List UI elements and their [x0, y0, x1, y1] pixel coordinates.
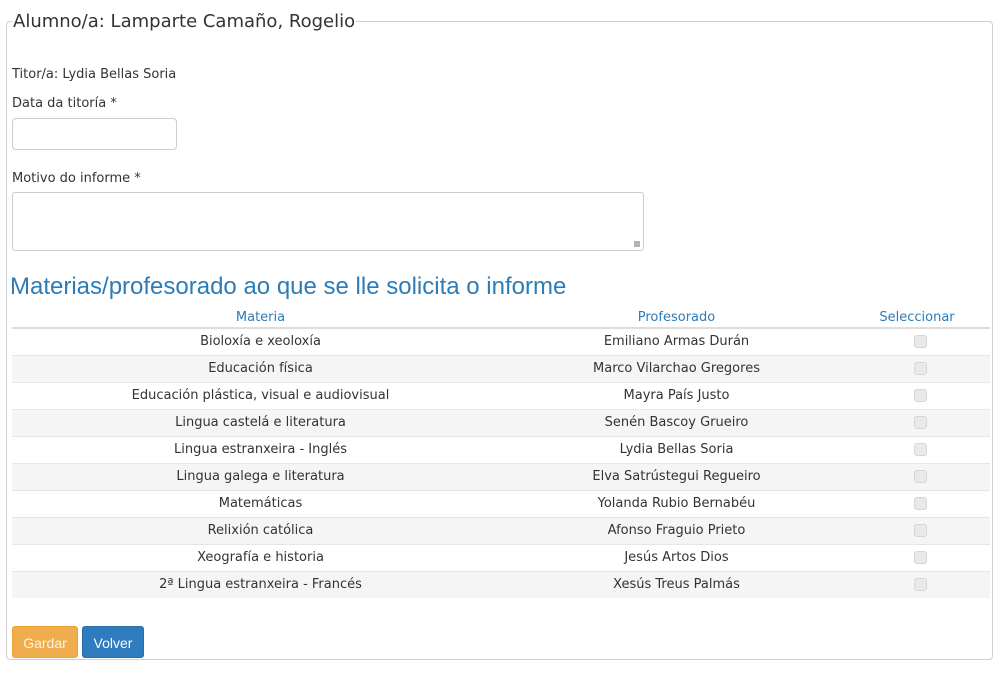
subject-cell: 2ª Lingua estranxeira - Francés [12, 571, 509, 598]
select-cell [844, 382, 990, 410]
table-row: Educación plástica, visual e audiovisual… [12, 382, 990, 410]
teacher-cell: Xesús Treus Palmás [509, 571, 844, 598]
select-checkbox[interactable] [913, 443, 927, 456]
back-button[interactable]: Volver [82, 626, 144, 658]
tutor-line: Titor/a: Lydia Bellas Soria [12, 67, 177, 82]
subject-cell: Educación plástica, visual e audiovisual [12, 382, 509, 410]
reason-label: Motivo do informe * [12, 171, 141, 186]
date-label: Data da titoría * [12, 96, 117, 111]
subject-cell: Xeografía e historia [12, 544, 509, 572]
select-checkbox[interactable] [913, 578, 927, 591]
date-field[interactable] [12, 118, 177, 150]
select-checkbox[interactable] [913, 497, 927, 510]
teacher-cell: Jesús Artos Dios [509, 544, 844, 572]
select-checkbox[interactable] [913, 416, 927, 429]
subject-cell: Matemáticas [12, 490, 509, 518]
table-header-row: Materia Profesorado Seleccionar [12, 308, 990, 329]
select-cell [844, 571, 990, 598]
select-checkbox[interactable] [913, 524, 927, 537]
table-row: Matemáticas Yolanda Rubio Bernabéu [12, 490, 990, 518]
student-legend: Alumno/a: Lamparte Camaño, Rogelio [12, 10, 357, 34]
teacher-cell: Mayra País Justo [509, 382, 844, 410]
table-row: Xeografía e historia Jesús Artos Dios [12, 544, 990, 572]
subject-cell: Lingua estranxeira - Inglés [12, 436, 509, 464]
teacher-cell: Afonso Fraguio Prieto [509, 517, 844, 545]
select-checkbox[interactable] [913, 389, 927, 402]
teacher-cell: Senén Bascoy Grueiro [509, 409, 844, 437]
section-title: Materias/profesorado ao que se lle solic… [10, 273, 567, 300]
table-row: 2ª Lingua estranxeira - Francés Xesús Tr… [12, 571, 990, 598]
subject-cell: Bioloxía e xeoloxía [12, 327, 509, 356]
select-checkbox[interactable] [913, 470, 927, 483]
select-cell [844, 355, 990, 383]
teacher-cell: Marco Vilarchao Gregores [509, 355, 844, 383]
resize-grip-icon[interactable] [634, 241, 640, 247]
table-row: Lingua galega e literatura Elva Satrúste… [12, 463, 990, 491]
teacher-cell: Elva Satrústegui Regueiro [509, 463, 844, 491]
subject-cell: Educación física [12, 355, 509, 383]
select-cell [844, 409, 990, 437]
teacher-cell: Yolanda Rubio Bernabéu [509, 490, 844, 518]
subject-cell: Relixión católica [12, 517, 509, 545]
column-header-select[interactable]: Seleccionar [844, 308, 990, 329]
select-checkbox[interactable] [913, 362, 927, 375]
column-header-teacher[interactable]: Profesorado [509, 308, 844, 329]
table-row: Relixión católica Afonso Fraguio Prieto [12, 517, 990, 545]
table-row: Bioloxía e xeoloxía Emiliano Armas Durán [12, 327, 990, 356]
subject-cell: Lingua castelá e literatura [12, 409, 509, 437]
table-row: Educación física Marco Vilarchao Gregore… [12, 355, 990, 383]
select-cell [844, 544, 990, 572]
column-header-subject[interactable]: Materia [12, 308, 509, 329]
select-cell [844, 463, 990, 491]
select-cell [844, 327, 990, 356]
select-cell [844, 490, 990, 518]
select-checkbox[interactable] [913, 335, 927, 348]
select-cell [844, 517, 990, 545]
subjects-table: Materia Profesorado Seleccionar Bioloxía… [12, 308, 990, 598]
select-cell [844, 436, 990, 464]
table-row: Lingua castelá e literatura Senén Bascoy… [12, 409, 990, 437]
teacher-cell: Emiliano Armas Durán [509, 327, 844, 356]
subject-cell: Lingua galega e literatura [12, 463, 509, 491]
select-checkbox[interactable] [913, 551, 927, 564]
save-button[interactable]: Gardar [12, 626, 78, 658]
teacher-cell: Lydia Bellas Soria [509, 436, 844, 464]
reason-textarea[interactable] [12, 192, 644, 251]
table-row: Lingua estranxeira - Inglés Lydia Bellas… [12, 436, 990, 464]
